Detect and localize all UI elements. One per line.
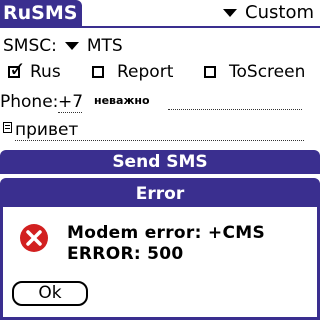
smsc-label: SMSC: bbox=[3, 36, 57, 56]
triangle-down-icon bbox=[223, 9, 238, 17]
send-sms-button[interactable]: Send SMS bbox=[0, 150, 320, 174]
error-message-line2: ERROR: 500 bbox=[67, 244, 184, 264]
error-message: Modem error: +CMS ERROR: 500 bbox=[67, 223, 265, 265]
smsc-select[interactable]: MTS bbox=[64, 36, 123, 56]
report-label: Report bbox=[117, 62, 174, 82]
message-input[interactable]: привет bbox=[15, 120, 304, 141]
rus-checkbox-row[interactable]: ✓ Rus bbox=[8, 59, 61, 82]
error-dialog: Error Modem error: +CMS ERROR: 500 Ok bbox=[0, 178, 320, 320]
toscreen-checkbox-row[interactable]: ToScreen bbox=[204, 62, 305, 82]
report-checkbox-row[interactable]: Report bbox=[92, 62, 173, 82]
phone-prefix-field[interactable]: +7 bbox=[58, 92, 83, 113]
app-title: RuSMS bbox=[0, 0, 82, 26]
dialog-title: Error bbox=[3, 181, 317, 207]
phone-number-field[interactable] bbox=[168, 108, 302, 110]
mode-select[interactable]: Custom bbox=[223, 2, 314, 24]
toscreen-checkbox[interactable] bbox=[204, 66, 216, 78]
triangle-down-icon bbox=[64, 42, 79, 50]
report-checkbox[interactable] bbox=[92, 66, 104, 78]
rus-label: Rus bbox=[30, 62, 61, 82]
ok-button[interactable]: Ok bbox=[12, 281, 88, 306]
mode-select-value: Custom bbox=[245, 2, 314, 23]
phone-label: Phone: bbox=[0, 92, 59, 112]
smsc-value: MTS bbox=[86, 36, 123, 56]
error-icon bbox=[20, 224, 48, 252]
rus-checkbox[interactable]: ✓ bbox=[8, 59, 26, 79]
smsc-row: SMSC: MTS bbox=[3, 36, 123, 56]
error-message-line1: Modem error: +CMS bbox=[67, 223, 265, 243]
title-divider bbox=[0, 26, 320, 28]
checkmark-icon: ✓ bbox=[9, 57, 26, 81]
toscreen-label: ToScreen bbox=[229, 62, 306, 82]
phone-hint: неважно bbox=[94, 94, 150, 107]
note-icon bbox=[3, 122, 12, 133]
